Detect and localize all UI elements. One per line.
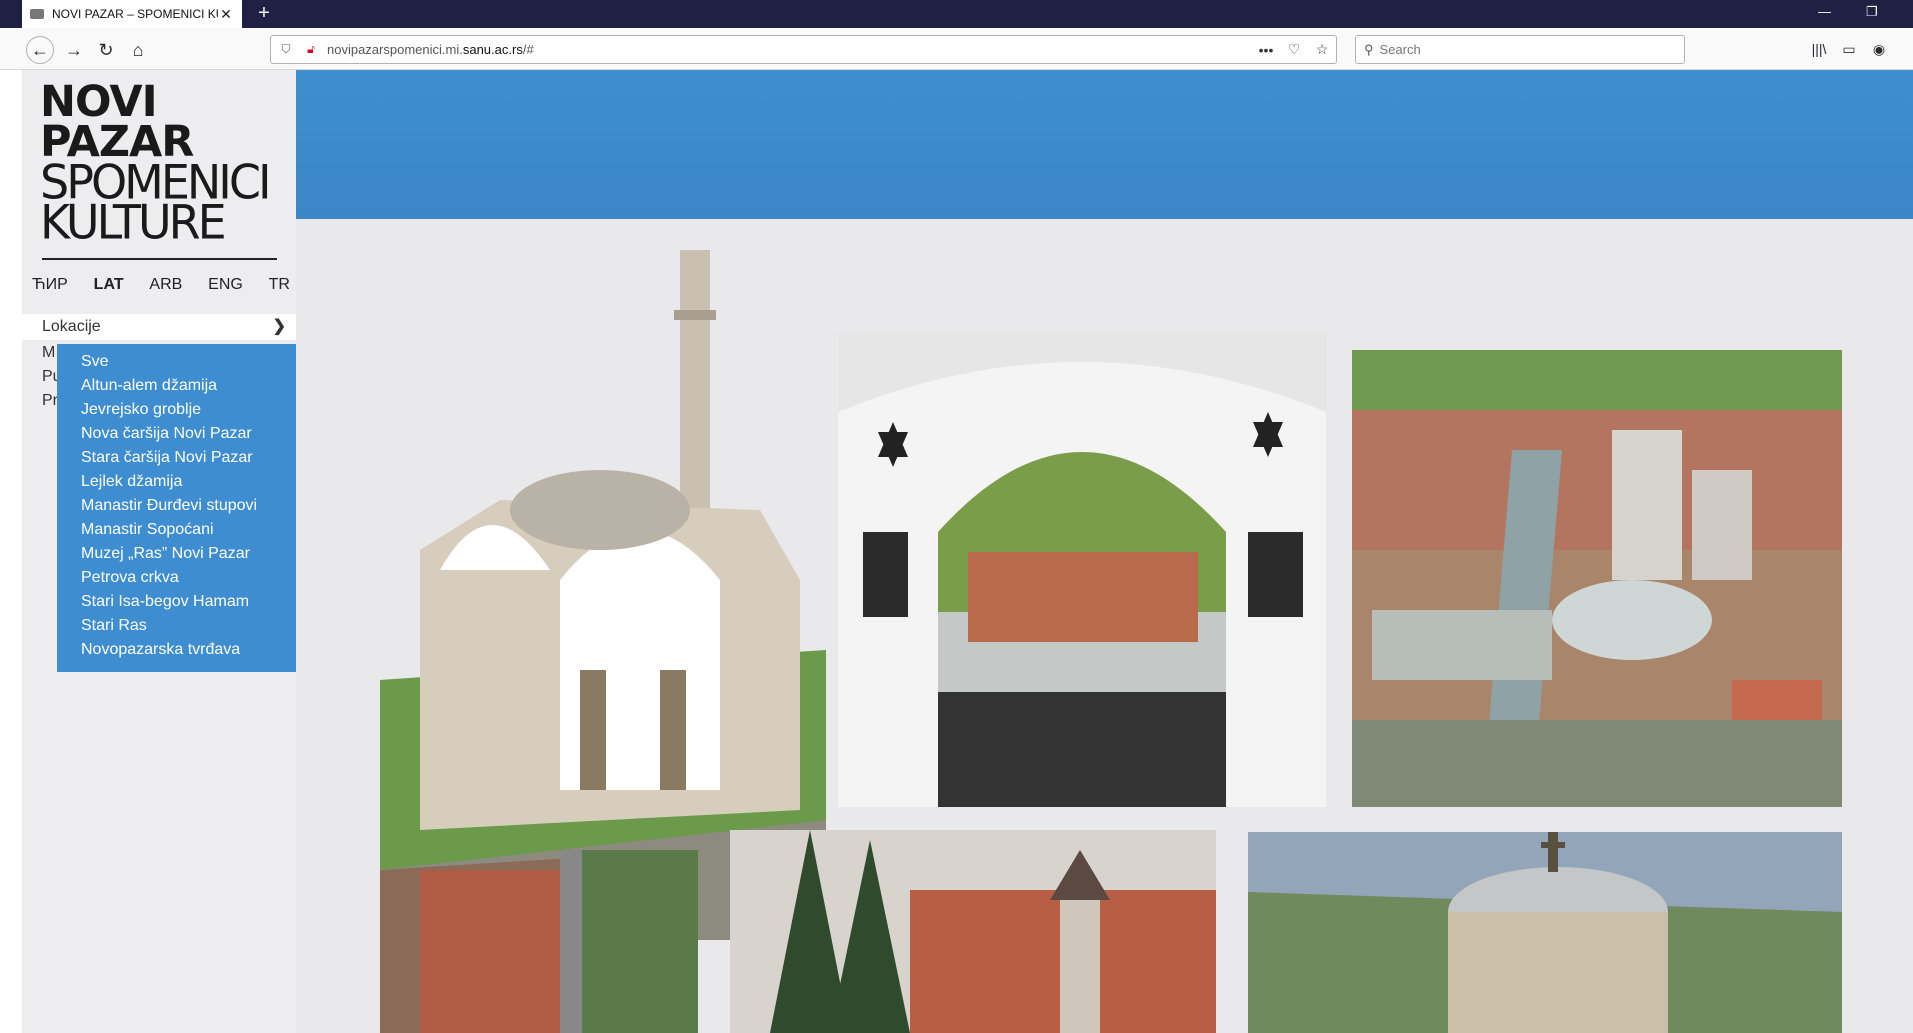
minimize-window-button[interactable]: — — [1818, 4, 1831, 19]
browser-navigation-bar: ← → ↻ ⌂ ⛉ 🔓︎ novipazarspomenici.mi.sanu.… — [0, 28, 1913, 70]
city-aerial-photo[interactable] — [1352, 350, 1842, 807]
church-photo[interactable] — [1248, 832, 1842, 1033]
search-input[interactable] — [1379, 42, 1660, 57]
dropdown-item-sve[interactable]: Sve — [57, 350, 296, 374]
bookmark-star-icon[interactable]: ☆ — [1308, 41, 1336, 58]
dropdown-item-djurdjevi-stupovi[interactable]: Manastir Đurđevi stupovi — [57, 494, 296, 518]
dropdown-item-lejlek-dzamija[interactable]: Lejlek džamija — [57, 470, 296, 494]
back-button[interactable]: ← — [26, 36, 54, 64]
lang-latin[interactable]: LAT — [94, 276, 124, 294]
chevron-right-icon: ❯ — [272, 318, 286, 335]
address-bar[interactable]: ⛉ 🔓︎ novipazarspomenici.mi.sanu.ac.rs/# … — [270, 35, 1337, 64]
page-actions-icon[interactable]: ••• — [1252, 42, 1280, 58]
url-domain: sanu.ac.rs — [462, 42, 523, 57]
logo-divider — [42, 258, 277, 260]
shield-icon[interactable]: ⛉ — [271, 42, 301, 57]
menu-item-hidden-1[interactable]: M — [22, 340, 62, 366]
dropdown-item-muzej-ras[interactable]: Muzej „Ras” Novi Pazar — [57, 542, 296, 566]
web-page: NOVI PAZAR SPOMENICI KULTURE ЋИР LAT ARB… — [22, 70, 1913, 1033]
pocket-icon[interactable]: ♡ — [1280, 41, 1308, 58]
header-banner — [296, 70, 1913, 219]
home-button[interactable]: ⌂ — [124, 36, 152, 64]
dropdown-item-stari-ras[interactable]: Stari Ras — [57, 614, 296, 638]
browser-tab[interactable]: NOVI PAZAR – SPOMENICI KUL ✕ — [22, 0, 242, 28]
url-prefix: novipazarspomenici.mi. — [327, 42, 463, 57]
site-logo[interactable]: NOVI PAZAR SPOMENICI KULTURE — [40, 77, 280, 250]
lang-english[interactable]: ENG — [208, 276, 243, 294]
locations-dropdown: Sve Altun-alem džamija Jevrejsko groblje… — [57, 344, 296, 672]
dropdown-item-hamam[interactable]: Stari Isa-begov Hamam — [57, 590, 296, 614]
dropdown-item-nova-carsija[interactable]: Nova čaršija Novi Pazar — [57, 422, 296, 446]
reload-button[interactable]: ↻ — [92, 36, 120, 64]
menu-item-label: Pr — [42, 392, 58, 409]
logo-line-1: NOVI — [40, 77, 158, 127]
menu-item-hidden-2[interactable]: Pu — [22, 364, 62, 390]
forward-button[interactable]: → — [60, 36, 88, 64]
new-tab-button[interactable]: + — [252, 2, 276, 26]
menu-item-label: M — [42, 344, 56, 361]
search-icon: ⚲ — [1364, 41, 1374, 57]
menu-item-lokacije[interactable]: Lokacije ❯ — [22, 314, 296, 340]
jewish-cemetery-gate-photo[interactable] — [838, 332, 1326, 807]
dropdown-item-sopocani[interactable]: Manastir Sopoćani — [57, 518, 296, 542]
tab-title: NOVI PAZAR – SPOMENICI KUL — [52, 7, 218, 21]
url-suffix: /# — [522, 42, 534, 57]
menu-item-label: Lokacije — [42, 318, 101, 335]
site-favicon-icon — [30, 9, 44, 19]
url-text[interactable]: novipazarspomenici.mi.sanu.ac.rs/# — [321, 42, 1252, 57]
language-switcher: ЋИР LAT ARB ENG TR — [32, 276, 290, 294]
browser-tab-strip: NOVI PAZAR – SPOMENICI KUL ✕ + — ❐ — [0, 0, 1913, 28]
menu-item-hidden-3[interactable]: Pr — [22, 388, 62, 414]
restore-window-button[interactable]: ❐ — [1866, 4, 1878, 20]
dropdown-item-petrova-crkva[interactable]: Petrova crkva — [57, 566, 296, 590]
dropdown-item-tvrdjava[interactable]: Novopazarska tvrđava — [57, 638, 296, 662]
close-tab-icon[interactable]: ✕ — [218, 6, 234, 23]
account-icon[interactable]: ◉ — [1866, 36, 1892, 62]
old-town-rooftops-photo[interactable] — [380, 850, 698, 1033]
tower-photo[interactable] — [730, 830, 1216, 1033]
dropdown-item-stara-carsija[interactable]: Stara čaršija Novi Pazar — [57, 446, 296, 470]
insecure-lock-icon[interactable]: 🔓︎ — [301, 42, 321, 57]
search-bar[interactable]: ⚲ — [1355, 35, 1685, 64]
logo-line-4: KULTURE — [40, 194, 227, 250]
library-icon[interactable]: |||\ — [1806, 36, 1832, 62]
sidebar-toggle-icon[interactable]: ▭ — [1836, 36, 1862, 62]
lang-arabic[interactable]: ARB — [149, 276, 182, 294]
dropdown-item-jevrejsko-groblje[interactable]: Jevrejsko groblje — [57, 398, 296, 422]
lang-cyrillic[interactable]: ЋИР — [32, 276, 68, 294]
dropdown-item-altun-alem[interactable]: Altun-alem džamija — [57, 374, 296, 398]
lang-turkish[interactable]: TR — [269, 276, 290, 294]
